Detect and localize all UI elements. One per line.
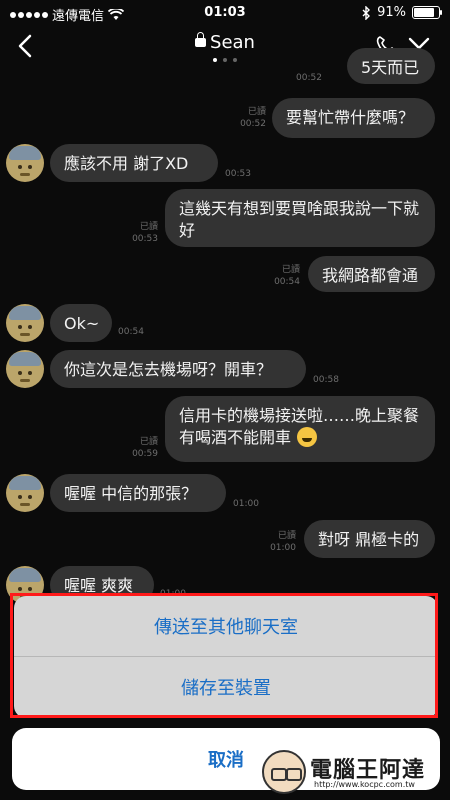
battery-icon (412, 6, 442, 19)
message-time: 00:54 (274, 277, 300, 287)
watermark-url: http://www.kocpc.com.tw (314, 780, 415, 789)
watermark-logo-icon (262, 750, 306, 794)
contact-avatar[interactable] (6, 350, 44, 388)
read-receipt: 已讀 (139, 222, 158, 232)
message-time: 00:58 (313, 375, 339, 385)
message-bubble-outgoing[interactable]: 要幫忙帶什麼嗎？ (272, 98, 435, 138)
status-bar: 遠傳電信 01:03 91% (0, 0, 450, 26)
message-time: 00:53 (132, 234, 158, 244)
message-time: 00:59 (132, 449, 158, 459)
message-time: 00:52 (296, 73, 322, 83)
message-bubble-outgoing[interactable]: 這幾天有想到要買啥跟我說一下就好 (165, 189, 435, 247)
contact-name: Sean (210, 32, 255, 53)
message-time: 00:53 (225, 169, 251, 179)
contact-avatar[interactable] (6, 304, 44, 342)
message-time: 01:00 (270, 543, 296, 553)
grin-emoji-icon (297, 427, 318, 447)
highlight-box (10, 593, 438, 718)
message-bubble-outgoing[interactable]: 信用卡的機場接送啦……晚上聚餐有喝酒不能開車 (165, 396, 435, 462)
message-bubble-incoming[interactable]: 喔喔 中信的那張？ (50, 474, 226, 512)
lock-icon (195, 32, 207, 47)
contact-avatar[interactable] (6, 474, 44, 512)
message-bubble-incoming[interactable]: 你這次是怎去機場呀？開車？ (50, 350, 306, 388)
message-bubble-outgoing[interactable]: 對呀 鼎極卡的 (304, 520, 435, 558)
message-bubble-incoming[interactable]: 應該不用 謝了XD (50, 144, 218, 182)
message-time: 00:54 (118, 327, 144, 337)
bluetooth-icon (362, 5, 371, 20)
read-receipt: 已讀 (139, 437, 158, 447)
contact-avatar[interactable] (6, 144, 44, 182)
battery-percent: 91% (377, 5, 406, 20)
message-time: 01:00 (233, 499, 259, 509)
read-receipt: 已讀 (277, 531, 296, 541)
message-time: 00:52 (240, 119, 266, 129)
message-bubble-incoming[interactable]: Ok~ (50, 304, 112, 342)
watermark: 電腦王阿達 http://www.kocpc.com.tw (262, 748, 442, 796)
read-receipt: 已讀 (247, 107, 266, 117)
message-bubble-outgoing[interactable]: 5天而已 (347, 48, 435, 84)
read-receipt: 已讀 (281, 265, 300, 275)
message-bubble-outgoing[interactable]: 我網路都會通 (308, 256, 435, 292)
